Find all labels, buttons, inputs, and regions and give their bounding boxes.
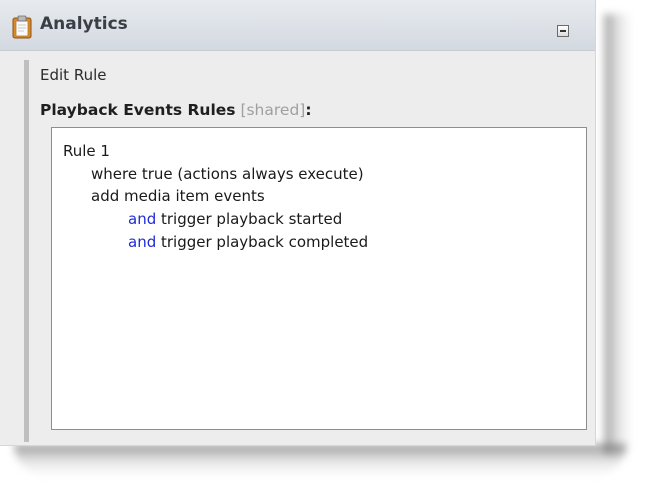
shared-tag: [shared]	[240, 101, 306, 119]
rules-title-text: Playback Events Rules	[40, 101, 236, 119]
rule-name[interactable]: Rule 1	[63, 142, 110, 160]
page: Analytics Edit Rule Playback Events Rule…	[0, 0, 652, 501]
rules-section-title: Playback Events Rules [shared]:	[40, 101, 312, 119]
title-colon: :	[305, 101, 312, 119]
analytics-panel: Analytics Edit Rule Playback Events Rule…	[0, 0, 596, 446]
trigger-text[interactable]: trigger playback completed	[156, 233, 368, 251]
rule-editor[interactable]: Rule 1 where true (actions always execut…	[51, 127, 587, 430]
trigger-keyword[interactable]: and	[128, 233, 156, 251]
trigger-text[interactable]: trigger playback started	[156, 210, 342, 228]
collapse-icon[interactable]	[557, 25, 569, 37]
panel-title: Analytics	[40, 14, 128, 34]
panel-shadow	[604, 14, 632, 454]
rule-condition[interactable]: where true (actions always execute)	[91, 165, 364, 183]
rule-action[interactable]: add media item events	[91, 187, 265, 205]
panel-header: Analytics	[0, 0, 595, 51]
rule-trigger: and trigger playback completed	[128, 233, 368, 251]
trigger-keyword[interactable]: and	[128, 210, 156, 228]
section-indent-bar	[24, 60, 29, 442]
rule-trigger: and trigger playback started	[128, 210, 342, 228]
panel-shadow	[14, 444, 626, 476]
clipboard-icon	[11, 15, 33, 39]
edit-rule-label: Edit Rule	[40, 66, 107, 84]
